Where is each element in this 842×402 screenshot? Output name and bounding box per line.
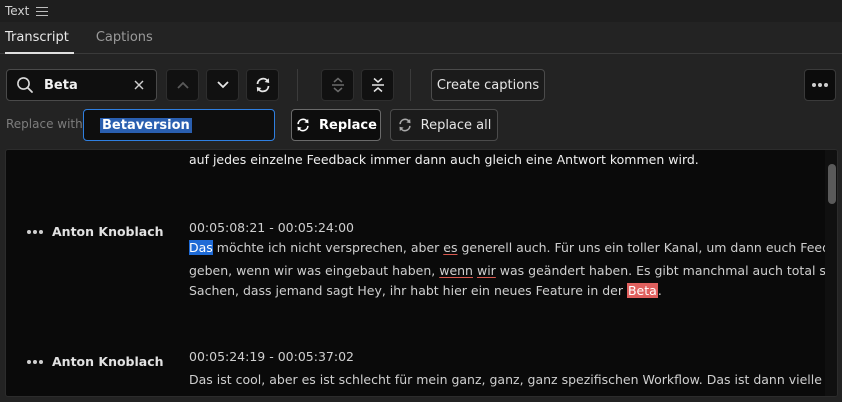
flagged-word[interactable]: wenn xyxy=(439,263,473,278)
create-captions-label: Create captions xyxy=(436,77,540,93)
collapse-icon xyxy=(371,77,384,93)
clear-search-icon[interactable] xyxy=(132,78,146,92)
refresh-icon xyxy=(256,77,269,93)
text-run: geben, wenn wir was eingebaut haben, xyxy=(189,263,440,278)
search-input[interactable] xyxy=(44,77,132,93)
panel-title: Text xyxy=(5,4,30,18)
panel-menu-icon[interactable] xyxy=(36,6,49,16)
chevron-down-icon xyxy=(216,81,229,89)
replace-button-label: Replace xyxy=(319,117,377,133)
transcript-line[interactable]: Das ist cool, aber es ist schlecht für m… xyxy=(189,372,822,387)
transcript-panel[interactable]: auf jedes einzelne Feedback immer dann a… xyxy=(5,149,838,397)
refresh-icon xyxy=(297,118,309,132)
replace-all-button[interactable]: Replace all xyxy=(390,109,498,141)
more-icon xyxy=(812,83,828,87)
text-run: möchte ich nicht versprechen, aber xyxy=(212,240,444,255)
transcript-line[interactable]: Das möchte ich nicht versprechen, aber e… xyxy=(189,240,838,255)
transcript-line[interactable]: auf jedes einzelne Feedback immer dann a… xyxy=(189,152,699,167)
toolbar-divider xyxy=(297,69,298,101)
panel-header: Text xyxy=(0,0,842,22)
scrollbar-thumb[interactable] xyxy=(828,164,836,204)
refresh-icon xyxy=(398,118,411,132)
speaker-row: Anton Knoblach xyxy=(27,224,164,239)
selected-word[interactable]: Das xyxy=(189,240,213,255)
more-options-button[interactable] xyxy=(804,69,836,101)
flagged-word[interactable]: es xyxy=(443,240,457,255)
text-run: . xyxy=(657,283,662,298)
tab-bar: Transcript Captions xyxy=(0,22,842,54)
next-match-button[interactable] xyxy=(206,69,239,101)
speaker-menu-icon[interactable] xyxy=(27,229,43,234)
text-run: was geändert haben. Es gibt manchmal auc… xyxy=(499,263,837,278)
search-icon xyxy=(17,77,33,93)
text-run: generell auch. Für uns ein toller Kanal,… xyxy=(457,240,838,255)
expand-icon xyxy=(331,77,344,93)
speaker-menu-icon[interactable] xyxy=(27,359,43,364)
text-run: Das ist cool, aber es ist schlecht für m… xyxy=(189,372,822,387)
collapse-all-button[interactable] xyxy=(361,69,394,101)
timecode: 00:05:08:21 - 00:05:24:00 xyxy=(189,220,354,235)
replace-input-value: Betaversion xyxy=(100,117,192,133)
tab-transcript[interactable]: Transcript xyxy=(0,22,80,54)
scrollbar[interactable] xyxy=(825,150,837,396)
transcript-line[interactable]: Sachen, dass jemand sagt Hey, ihr habt h… xyxy=(189,283,662,298)
flagged-word[interactable]: wir xyxy=(477,263,496,278)
toolbar-divider xyxy=(410,69,411,101)
replace-label: Replace with: xyxy=(6,117,87,131)
expand-all-button[interactable] xyxy=(321,69,354,101)
refresh-search-button[interactable] xyxy=(246,69,279,101)
search-box[interactable] xyxy=(6,69,157,101)
previous-match-button[interactable] xyxy=(166,69,199,101)
replace-button[interactable]: Replace xyxy=(291,109,381,141)
tab-captions[interactable]: Captions xyxy=(80,22,164,53)
chevron-up-icon xyxy=(176,81,189,89)
speaker-row: Anton Knoblach xyxy=(27,354,164,369)
create-captions-button[interactable]: Create captions xyxy=(431,69,545,101)
timecode: 00:05:24:19 - 00:05:37:02 xyxy=(189,349,354,364)
transcript-line[interactable]: geben, wenn wir was eingebaut haben, wen… xyxy=(189,263,837,278)
replace-input[interactable]: Betaversion xyxy=(83,109,275,141)
search-match[interactable]: Beta xyxy=(626,283,658,298)
replace-all-button-label: Replace all xyxy=(420,117,492,133)
text-run: Sachen, dass jemand sagt Hey, ihr habt h… xyxy=(189,283,627,298)
speaker-name[interactable]: Anton Knoblach xyxy=(52,224,164,239)
speaker-name[interactable]: Anton Knoblach xyxy=(52,354,164,369)
